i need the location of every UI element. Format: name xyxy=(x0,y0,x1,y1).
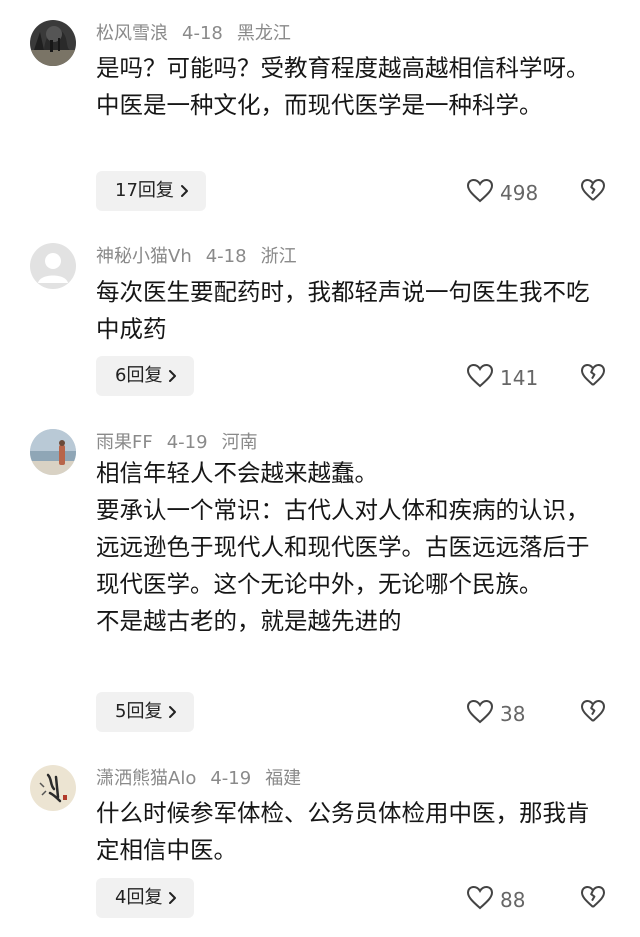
comment-text: 什么时候参军体检、公务员体检用中医，那我肯定相信中医。 xyxy=(96,795,606,869)
comment-paragraph: 每次医生要配药时，我都轻声说一句医生我不吃中成药 xyxy=(96,278,590,343)
view-replies-button[interactable]: 17回复 xyxy=(96,171,206,211)
comment-paragraph: 要承认一个常识：古代人对人体和疾病的认识，远远逊色于现代人和现代医学。古医远远落… xyxy=(96,496,590,598)
comment-meta: 潇洒熊猫Alo 4-19 福建 xyxy=(96,767,315,791)
avatar[interactable] xyxy=(30,765,76,811)
comment-location: 福建 xyxy=(265,768,302,789)
comment-text: 相信年轻人不会越来越蠢。 要承认一个常识：古代人对人体和疾病的认识，远远逊色于现… xyxy=(96,455,606,640)
broken-heart-icon xyxy=(580,179,606,206)
like-count: 88 xyxy=(500,888,526,912)
like-button[interactable]: 498 xyxy=(466,178,538,208)
broken-heart-icon xyxy=(580,700,606,727)
comment-paragraph: 相信年轻人不会越来越蠢。 xyxy=(96,459,378,487)
comment-text: 每次医生要配药时，我都轻声说一句医生我不吃中成药 xyxy=(96,274,606,348)
like-button[interactable]: 141 xyxy=(466,363,538,393)
comment-location: 河南 xyxy=(221,432,258,453)
comment-paragraph: 不是越古老的，就是越先进的 xyxy=(96,607,402,635)
username[interactable]: 潇洒熊猫Alo xyxy=(96,768,196,789)
username[interactable]: 雨果FF xyxy=(96,432,153,453)
comment-date: 4-19 xyxy=(210,768,252,789)
like-count: 38 xyxy=(500,702,526,726)
like-count: 141 xyxy=(500,366,539,390)
dislike-button[interactable] xyxy=(580,363,606,391)
comment-paragraph: 什么时候参军体检、公务员体检用中医，那我肯定相信中医。 xyxy=(96,799,590,864)
broken-heart-icon xyxy=(580,364,606,391)
like-count: 498 xyxy=(500,181,539,205)
chevron-right-icon xyxy=(168,705,177,719)
comment-location: 黑龙江 xyxy=(236,23,291,44)
reply-count-label: 5回复 xyxy=(115,701,163,722)
username[interactable]: 松风雪浪 xyxy=(96,23,168,44)
view-replies-button[interactable]: 6回复 xyxy=(96,356,195,396)
comment-meta: 松风雪浪 4-18 黑龙江 xyxy=(96,22,305,46)
heart-icon xyxy=(466,363,500,393)
comment-text: 是吗？可能吗？受教育程度越高越相信科学呀。中医是一种文化，而现代医学是一种科学。 xyxy=(96,50,606,124)
view-replies-button[interactable]: 5回复 xyxy=(96,692,195,732)
comment-meta: 雨果FF 4-19 河南 xyxy=(96,431,272,455)
like-button[interactable]: 38 xyxy=(466,699,525,729)
chevron-right-icon xyxy=(180,184,189,198)
dislike-button[interactable] xyxy=(580,885,606,913)
reply-count-label: 4回复 xyxy=(115,887,163,908)
chevron-right-icon xyxy=(168,891,177,905)
comment-meta: 神秘小猫Vh 4-18 浙江 xyxy=(96,245,311,269)
broken-heart-icon xyxy=(580,886,606,913)
dislike-button[interactable] xyxy=(580,699,606,727)
comment-location: 浙江 xyxy=(260,246,297,267)
comment-date: 4-19 xyxy=(166,432,208,453)
comment-date: 4-18 xyxy=(182,23,223,44)
avatar[interactable] xyxy=(30,429,76,475)
view-replies-button[interactable]: 4回复 xyxy=(96,878,195,918)
dislike-button[interactable] xyxy=(580,178,606,206)
heart-icon xyxy=(466,699,500,729)
avatar[interactable] xyxy=(30,20,76,66)
like-button[interactable]: 88 xyxy=(466,885,525,915)
heart-icon xyxy=(466,885,500,915)
avatar[interactable] xyxy=(30,243,76,289)
chevron-right-icon xyxy=(168,369,177,383)
comment-paragraph: 是吗？可能吗？受教育程度越高越相信科学呀。中医是一种文化，而现代医学是一种科学。 xyxy=(96,54,590,119)
reply-count-label: 6回复 xyxy=(115,365,163,386)
reply-count-label: 17回复 xyxy=(115,180,174,201)
heart-icon xyxy=(466,178,500,208)
username[interactable]: 神秘小猫Vh xyxy=(96,246,192,267)
comment-date: 4-18 xyxy=(205,246,247,267)
